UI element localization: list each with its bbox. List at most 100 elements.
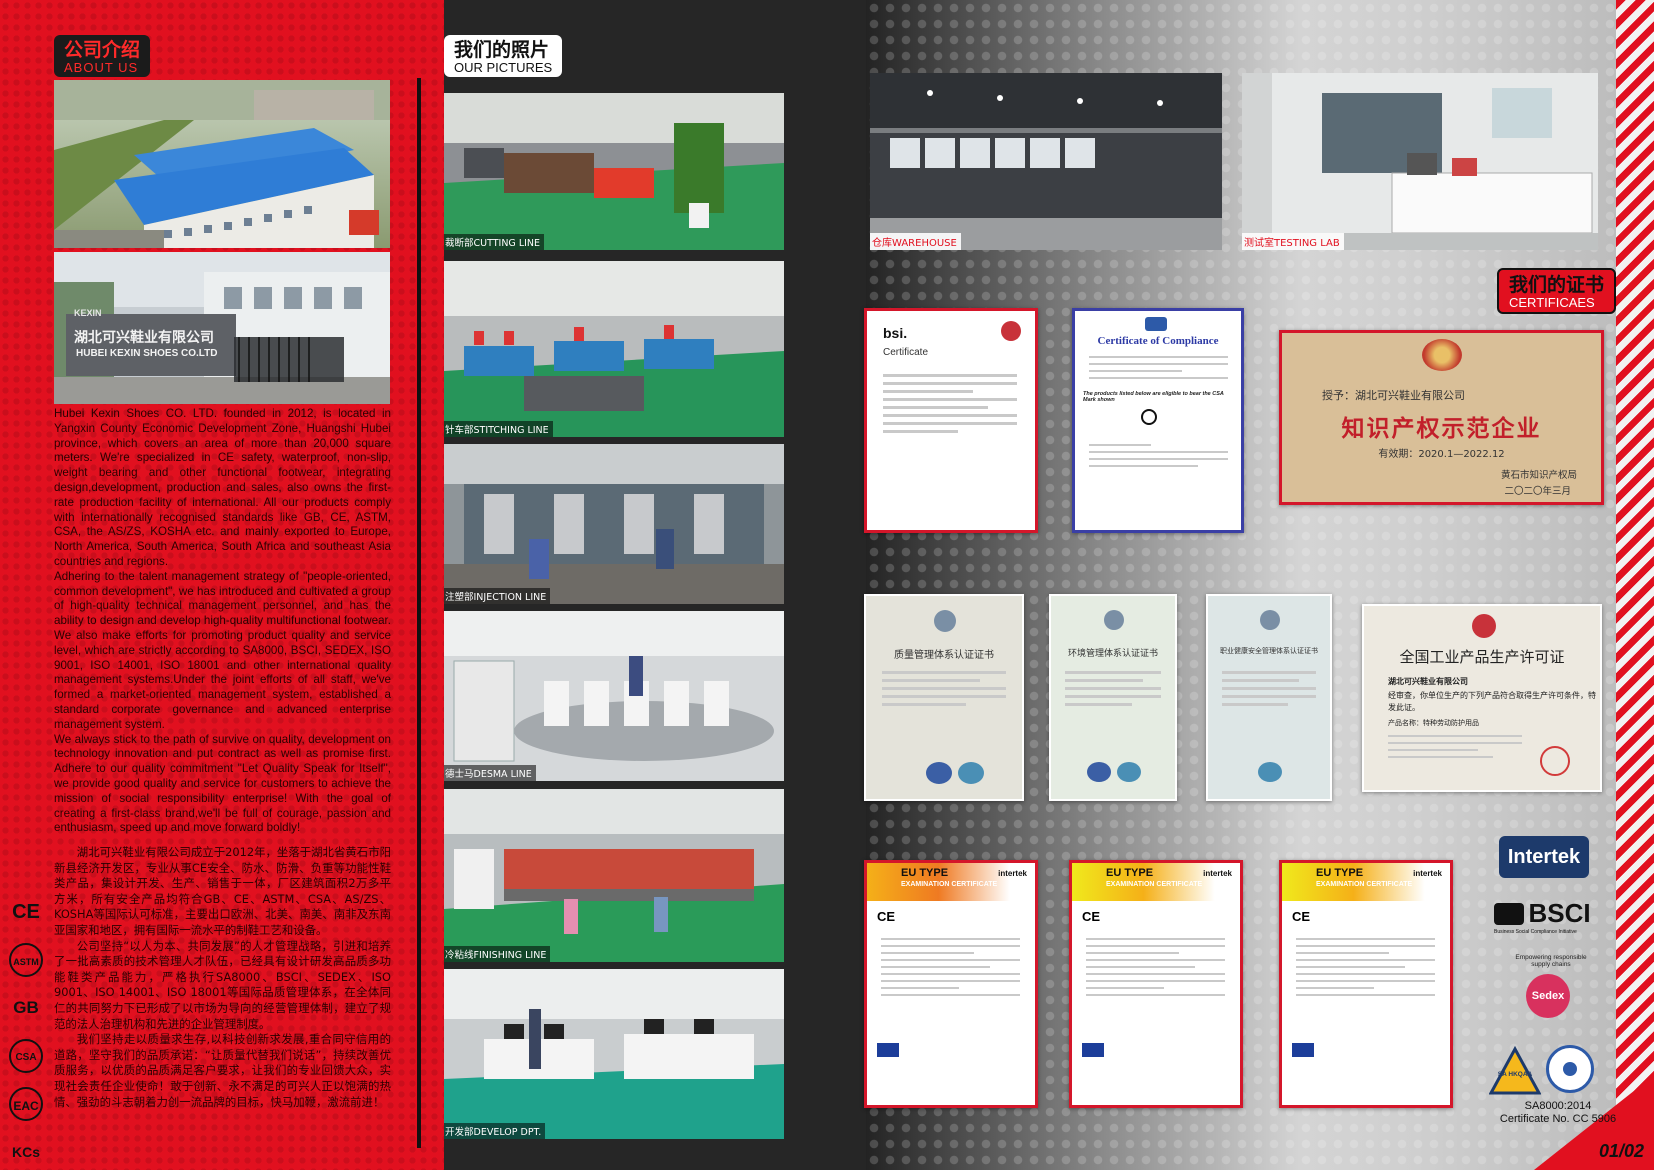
pictures-panel: 我们的照片 OUR PICTURES 裁断部CUTTING LINE 针车部ST…: [444, 0, 866, 1170]
factory-gate-photo: KEXIN 湖北可兴鞋业有限公司 HUBEI KEXIN SHOES CO.LT…: [54, 252, 390, 404]
license-text: 经审查，你单位生产的下列产品符合取得生产许可条件，特发此证。: [1388, 691, 1596, 712]
bsi-certificate: bsi. Certificate: [864, 308, 1038, 533]
license-stamp-icon: [1540, 746, 1570, 776]
ohs-cnas-icon: [1258, 762, 1282, 782]
ce-mark: CE: [1082, 909, 1101, 924]
develop-dept-photo: 开发部DEVELOP DPT.: [444, 969, 784, 1139]
csa-cert-lines: [1081, 351, 1236, 384]
factory-aerial-photo: [54, 80, 390, 248]
sedex-logo: Empowering responsible supply chains Sed…: [1506, 952, 1596, 1042]
license-title: 全国工业产品生产许可证: [1399, 648, 1565, 666]
testing-lab-caption: 测试室TESTING LAB: [1242, 233, 1344, 250]
qms-certificate: 质量管理体系认证证书: [864, 594, 1024, 801]
eu-type-certificate-1: EU TYPE EXAMINATION CERTIFICATE intertek…: [864, 860, 1038, 1108]
eu-cert-lines: [1288, 933, 1443, 1001]
about-cn-paragraph: 湖北可兴鞋业有限公司成立于2012年，坐落于湖北省黄石市阳新县经济开发区，专业从…: [54, 845, 391, 937]
pictures-title-zh: 我们的照片: [454, 39, 550, 61]
intertek-logo: Intertek: [1499, 836, 1589, 878]
gate-sign-cn: 湖北可兴鞋业有限公司: [74, 330, 214, 346]
ce-mark: CE: [1292, 909, 1311, 924]
astm-icon: ASTM: [9, 943, 43, 977]
license-company: 湖北可兴鞋业有限公司: [1388, 677, 1468, 686]
qms-emblem-icon: [934, 610, 956, 632]
about-en-paragraph: We always stick to the path of survive o…: [54, 732, 391, 835]
gate-logo: KEXIN: [74, 308, 102, 318]
eu-cert-lines: [1078, 933, 1233, 1001]
license-product: 产品名称：特种劳动防护用品: [1388, 719, 1479, 727]
cutting-line-caption: 裁断部CUTTING LINE: [444, 234, 545, 250]
plaque-line1: 授予：湖北可兴鞋业有限公司: [1322, 389, 1465, 402]
develop-dept-caption: 开发部DEVELOP DPT.: [444, 1123, 546, 1139]
about-en-paragraph: Adhering to the talent management strate…: [54, 569, 391, 731]
bsi-seal-icon: [1001, 321, 1021, 341]
bsi-cert-lines: [875, 369, 1025, 438]
bsi-logo: bsi.: [883, 325, 908, 341]
divider-line: [417, 78, 421, 1148]
eu-cert-title: EU TYPE: [901, 867, 949, 879]
about-en-paragraph: Hubei Kexin Shoes CO. LTD. founded in 20…: [54, 407, 391, 568]
eu-cert-sub: EXAMINATION CERTIFICATE: [1106, 881, 1203, 888]
injection-line-caption: 注塑部INJECTION LINE: [444, 588, 551, 604]
stitching-line-caption: 针车部STITCHING LINE: [444, 421, 553, 437]
ce-mark: CE: [877, 909, 896, 924]
csa-logo-icon: [1145, 317, 1167, 331]
about-cn-paragraph: 公司坚持“以人为本、共同发展”的人才管理战略，引进和培养了一批高素质的技术管理人…: [54, 938, 391, 1031]
eu-cert-brand: intertek: [998, 869, 1027, 878]
warehouse-photo: 仓库WAREHOUSE: [870, 73, 1222, 250]
about-chinese-text: 湖北可兴鞋业有限公司成立于2012年，坐落于湖北省黄石市阳新县经济开发区，专业从…: [54, 845, 391, 1110]
license-lines: [1380, 730, 1530, 763]
qms-cert-lines: [874, 666, 1014, 711]
standards-icons: CE ASTM GB CSA EAC KCs: [9, 895, 45, 1170]
ohs-cert-title: 职业健康安全管理体系认证证书: [1220, 647, 1318, 655]
bsci-sub: Business Social Compliance Initiative: [1494, 929, 1577, 935]
sa8000-caption: SA8000:2014 Certificate No. CC 5906: [1488, 1100, 1628, 1126]
ip-emblem-icon: [1422, 339, 1462, 371]
eu-flag-icon: [877, 1043, 899, 1057]
desma-line-caption: 德士马DESMA LINE: [444, 765, 536, 781]
production-license: 全国工业产品生产许可证 湖北可兴鞋业有限公司 经审查，你单位生产的下列产品符合取…: [1362, 604, 1602, 792]
injection-line-photo: 注塑部INJECTION LINE: [444, 444, 784, 604]
ems-iaf-icon: [1087, 762, 1111, 782]
about-heading: 公司介绍 ABOUT US: [54, 35, 151, 77]
ip-plaque: 授予：湖北可兴鞋业有限公司 知识产权示范企业 有效期：2020.1—2022.1…: [1279, 330, 1604, 505]
eu-type-certificate-2: EU TYPE EXAMINATION CERTIFICATE intertek…: [1069, 860, 1243, 1108]
ems-cert-title: 环境管理体系认证证书: [1067, 649, 1158, 659]
bsi-cert-title: Certificate: [883, 347, 929, 358]
ohs-emblem-icon: [1260, 610, 1280, 630]
iaf-logo-icon: [926, 762, 952, 784]
csa-mark-icon: [1141, 409, 1157, 425]
about-title-en: ABOUT US: [64, 60, 139, 75]
stripe-border: [1616, 0, 1654, 1170]
csa-icon: CSA: [9, 1039, 43, 1073]
ems-certificate: 环境管理体系认证证书: [1049, 594, 1177, 801]
gate-sign-en: HUBEI KEXIN SHOES CO.LTD: [76, 348, 218, 359]
page-number: 01/02: [1598, 1141, 1644, 1161]
eu-flag-icon: [1082, 1043, 1104, 1057]
about-title-zh: 公司介绍: [64, 39, 141, 61]
cnas-logo-icon: [958, 762, 984, 784]
certificates-heading: 我们的证书 CERTIFICAES: [1497, 268, 1617, 314]
plaque-issuer: 黄石市知识产权局: [1500, 470, 1577, 481]
eac-icon: EAC: [9, 1087, 43, 1121]
testing-lab-photo: 测试室TESTING LAB: [1242, 73, 1598, 250]
bsci-hand-icon: [1494, 902, 1524, 925]
csa-cert-sub: The products listed below are eligible t…: [1083, 391, 1224, 403]
plaque-title: 知识产权示范企业: [1341, 415, 1542, 442]
seal-center: [1563, 1062, 1577, 1076]
ems-cnas-icon: [1117, 762, 1141, 782]
warehouse-caption: 仓库WAREHOUSE: [870, 233, 961, 250]
ce-mark-icon: CE: [12, 901, 40, 923]
eu-cert-lines: [873, 933, 1028, 1001]
eu-flag-icon: [1292, 1043, 1314, 1057]
sa8000-number: Certificate No. CC 5906: [1499, 1113, 1617, 1125]
pictures-title-en: OUR PICTURES: [454, 60, 553, 75]
eu-cert-brand: intertek: [1413, 869, 1442, 878]
bsci-logo-text: BSCI: [1528, 898, 1591, 928]
about-cn-paragraph: 我们坚持走以质量求生存,以科技创新求发展,重合同守信用的道路，坚守我们的品质承诺…: [54, 1032, 391, 1109]
finishing-line-caption: 冷粘线FINISHING LINE: [444, 946, 551, 962]
finishing-line-photo: 冷粘线FINISHING LINE: [444, 789, 784, 962]
eu-type-certificate-3: EU TYPE EXAMINATION CERTIFICATE intertek…: [1279, 860, 1453, 1108]
ohs-certificate: 职业健康安全管理体系认证证书: [1206, 594, 1332, 801]
cutting-line-photo: 裁断部CUTTING LINE: [444, 93, 784, 250]
plaque-valid: 有效期：2020.1—2022.12: [1378, 449, 1505, 460]
